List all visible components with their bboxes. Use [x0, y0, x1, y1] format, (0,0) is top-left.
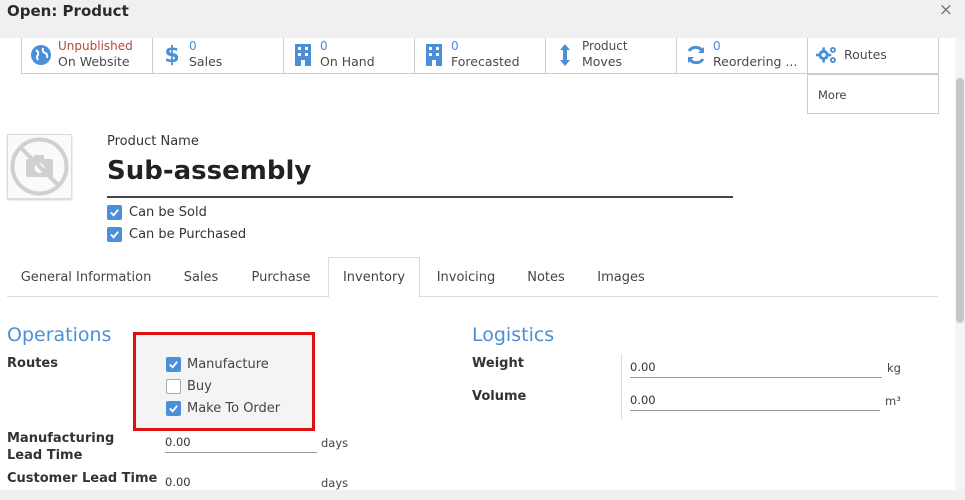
forecasted-button[interactable]: 0 Forecasted — [414, 38, 546, 74]
weight-input[interactable]: 0.00 — [630, 357, 882, 378]
reordering-button[interactable]: 0 Reordering ... — [676, 38, 808, 74]
on-hand-button[interactable]: 0 On Hand — [283, 38, 415, 74]
vertical-scrollbar[interactable] — [955, 38, 965, 490]
routes-highlight: Manufacture Buy Make To Order — [133, 332, 315, 431]
product-image[interactable] — [7, 134, 72, 199]
can-be-purchased-row: Can be Purchased — [107, 225, 246, 243]
on-hand-label: On Hand — [320, 54, 375, 69]
check-icon — [169, 360, 178, 369]
more-label: More — [818, 88, 847, 102]
product-name-input[interactable]: Sub-assembly — [107, 156, 733, 198]
close-icon[interactable]: × — [939, 0, 953, 20]
no-camera-icon — [10, 137, 69, 196]
route-buy-checkbox[interactable] — [166, 378, 181, 394]
building-icon — [292, 43, 314, 67]
route-manufacture-checkbox[interactable] — [166, 356, 181, 372]
product-moves-button[interactable]: Product Moves — [545, 38, 677, 74]
website-status-button[interactable]: Unpublished On Website — [21, 38, 153, 74]
route-manufacture: Manufacture — [166, 355, 269, 373]
tab-notes[interactable]: Notes — [512, 257, 580, 297]
product-name-label: Product Name — [107, 134, 199, 149]
customer-lead-time-input[interactable]: 0.00 — [165, 472, 317, 490]
dialog-content: Unpublished On Website $ 0 Sales 0 On Ha… — [0, 38, 955, 490]
tab-general-information[interactable]: General Information — [7, 257, 165, 297]
forecasted-count: 0 — [451, 39, 459, 53]
volume-unit: m³ — [885, 394, 901, 408]
customer-lead-time-label: Customer Lead Time — [7, 471, 158, 486]
tab-invoicing[interactable]: Invoicing — [420, 257, 512, 297]
customer-lead-time-unit: days — [321, 476, 349, 490]
logistics-heading: Logistics — [472, 324, 555, 346]
logistics-divider — [621, 354, 622, 420]
route-mto-checkbox[interactable] — [166, 400, 181, 416]
can-be-sold-row: Can be Sold — [107, 203, 207, 221]
weight-label: Weight — [472, 356, 524, 371]
dialog-title: Open: Product — [7, 2, 129, 20]
sales-button[interactable]: $ 0 Sales — [152, 38, 284, 74]
tab-images[interactable]: Images — [580, 257, 662, 297]
forecasted-label: Forecasted — [451, 54, 520, 69]
manufacturing-lead-time-label: Manufacturing Lead Time — [7, 431, 115, 463]
dialog-titlebar: Open: Product × — [0, 0, 965, 38]
product-moves-line1: Product — [582, 39, 628, 53]
can-be-sold-checkbox[interactable] — [107, 204, 122, 220]
sales-label: Sales — [189, 54, 223, 69]
cogs-icon — [816, 43, 838, 67]
scrollbar-thumb[interactable] — [956, 78, 964, 323]
building-icon — [423, 43, 445, 67]
route-make-to-order: Make To Order — [166, 399, 280, 417]
check-icon — [169, 404, 178, 413]
website-status-line1: Unpublished — [58, 39, 133, 53]
on-hand-count: 0 — [320, 39, 328, 53]
can-be-sold-label: Can be Sold — [129, 204, 207, 220]
reordering-label: Reordering ... — [713, 54, 798, 69]
dialog-bottom-strip — [0, 490, 965, 500]
tab-inventory[interactable]: Inventory — [328, 257, 420, 298]
website-status-line2: On Website — [58, 54, 130, 69]
product-moves-line2: Moves — [582, 54, 623, 69]
manufacturing-lead-time-unit: days — [321, 436, 349, 450]
can-be-purchased-checkbox[interactable] — [107, 226, 122, 242]
route-manufacture-label: Manufacture — [187, 356, 269, 372]
check-icon — [110, 230, 119, 239]
notebook-tabs: General Information Sales Purchase Inven… — [7, 257, 938, 298]
route-mto-label: Make To Order — [187, 400, 281, 416]
refresh-icon — [685, 43, 707, 67]
arrows-vertical-icon — [554, 43, 576, 67]
can-be-purchased-label: Can be Purchased — [129, 226, 247, 242]
volume-input[interactable]: 0.00 — [630, 390, 880, 411]
tab-purchase[interactable]: Purchase — [237, 257, 325, 297]
globe-icon — [30, 43, 52, 67]
routes-label: Routes — [844, 47, 887, 62]
route-buy-label: Buy — [187, 378, 212, 394]
reordering-count: 0 — [713, 39, 721, 53]
check-icon — [110, 208, 119, 217]
more-dropdown[interactable]: More — [807, 74, 939, 114]
volume-label: Volume — [472, 389, 527, 404]
routes-field-label: Routes — [7, 356, 58, 371]
manufacturing-lead-time-input[interactable]: 0.00 — [165, 432, 317, 453]
operations-heading: Operations — [7, 324, 112, 346]
dollar-icon: $ — [164, 42, 180, 68]
route-buy: Buy — [166, 377, 212, 395]
weight-unit: kg — [887, 361, 901, 375]
routes-button[interactable]: Routes — [807, 38, 939, 74]
tab-sales[interactable]: Sales — [165, 257, 237, 297]
sales-count: 0 — [189, 39, 197, 53]
